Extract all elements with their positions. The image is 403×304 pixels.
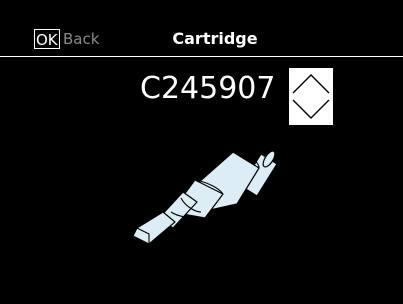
soldering-tip-cartridge-icon (132, 150, 278, 245)
ok-key-badge[interactable]: OK (34, 29, 60, 49)
back-label[interactable]: Back (63, 29, 99, 49)
chevron-up-icon (292, 74, 330, 94)
header-divider (0, 56, 403, 57)
page-title: Cartridge (172, 29, 258, 48)
cartridge-stepper[interactable] (289, 68, 333, 125)
chevron-down-icon (292, 99, 330, 119)
stepper-down-button[interactable] (289, 96, 333, 124)
header-bar: OK Back Cartridge (0, 0, 403, 56)
cartridge-code: C245907 (140, 71, 276, 106)
stepper-up-button[interactable] (289, 69, 333, 97)
